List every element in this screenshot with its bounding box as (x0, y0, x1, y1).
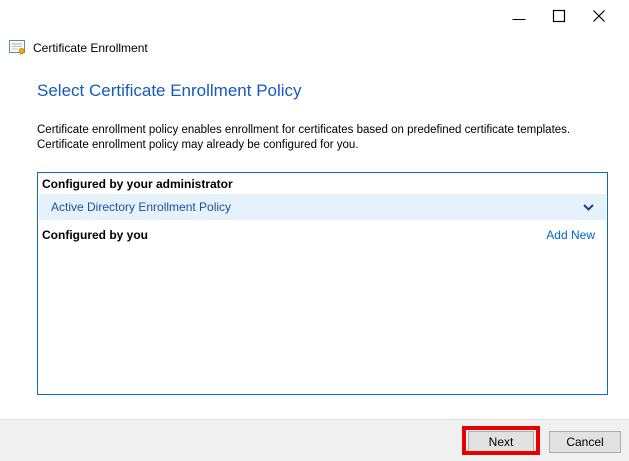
page-description: Certificate enrollment policy enables en… (37, 123, 570, 153)
chevron-down-icon (583, 204, 594, 211)
certificate-icon (9, 39, 27, 56)
policy-dropdown[interactable]: Active Directory Enrollment Policy (39, 194, 606, 220)
maximize-icon (552, 9, 566, 23)
cancel-button[interactable]: Cancel (549, 431, 621, 453)
window-controls (499, 5, 619, 27)
close-button[interactable] (579, 5, 619, 27)
app-title-row: Certificate Enrollment (9, 39, 148, 56)
minimize-icon (512, 9, 526, 23)
description-line-1: Certificate enrollment policy enables en… (37, 123, 570, 138)
next-button[interactable]: Next (468, 431, 534, 452)
minimize-button[interactable] (499, 5, 539, 27)
app-title: Certificate Enrollment (33, 41, 148, 55)
page-heading: Select Certificate Enrollment Policy (37, 80, 302, 101)
certificate-enrollment-window: Certificate Enrollment Select Certificat… (0, 0, 629, 461)
user-section-label: Configured by you (42, 228, 148, 242)
add-new-link[interactable]: Add New (546, 228, 595, 242)
close-icon (592, 9, 606, 23)
policy-panel: Configured by your administrator Active … (37, 172, 608, 395)
admin-section-label: Configured by your administrator (42, 177, 233, 191)
description-line-2: Certificate enrollment policy may alread… (37, 138, 570, 153)
maximize-button[interactable] (539, 5, 579, 27)
selected-policy-label: Active Directory Enrollment Policy (51, 200, 583, 214)
footer-bar: Next Cancel (0, 419, 629, 461)
